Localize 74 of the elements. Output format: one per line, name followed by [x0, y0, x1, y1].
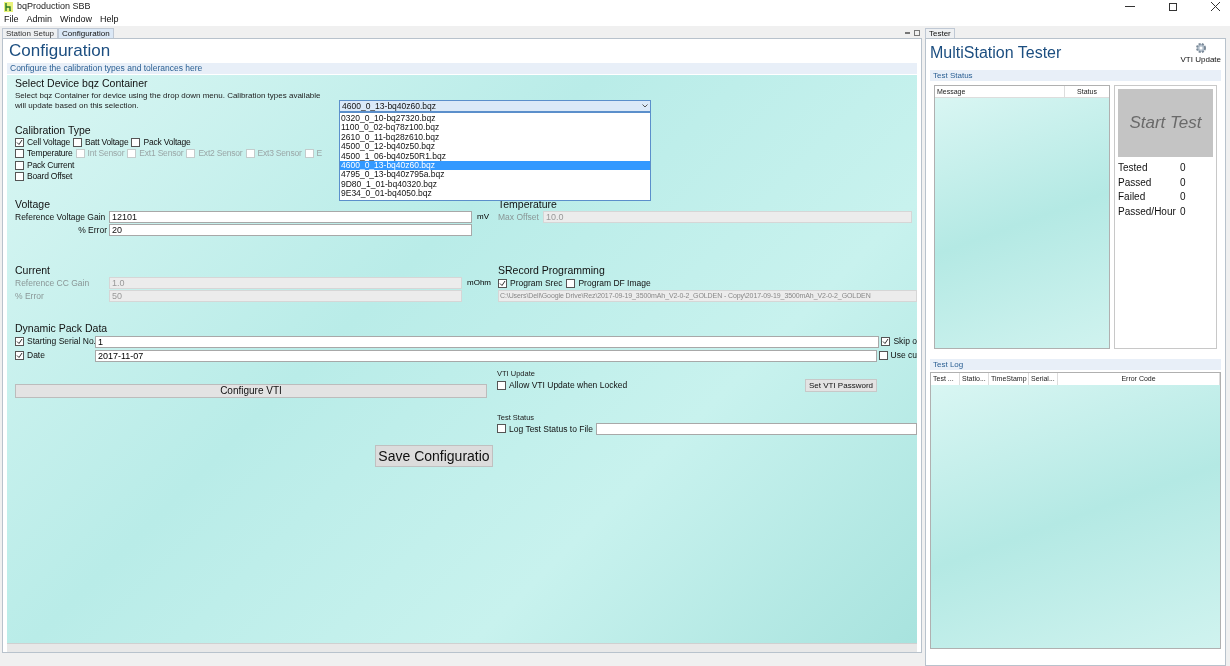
dropdown-option[interactable]: 4795_0_13-bq40z795a.bqz [340, 170, 650, 180]
checkbox[interactable]: Board Offset [15, 171, 73, 182]
checkbox[interactable]: Skip o [881, 335, 917, 348]
checkbox[interactable]: Pack Current [15, 160, 75, 170]
stat-label: Tested [1118, 161, 1149, 175]
menu-item[interactable]: Help [100, 12, 119, 27]
checkbox[interactable]: Allow VTI Update when Locked [497, 378, 628, 392]
maximize-icon[interactable] [1169, 2, 1177, 11]
page-title: Configuration [8, 40, 112, 62]
checkbox[interactable]: Log Test Status to File [497, 422, 593, 436]
dropdown-option[interactable]: 4500_1_06-bq40z50R1.bqz [340, 151, 650, 161]
field-label: % Error [15, 290, 45, 302]
checkbox[interactable]: Starting Serial No. [15, 335, 95, 348]
input-field[interactable]: 1 [95, 335, 880, 348]
checkbox[interactable]: Temperature [15, 148, 73, 159]
section-header: Test Status [930, 70, 1221, 81]
gear-icon [1194, 42, 1207, 54]
page-subtitle: Configure the calibration types and tolerances here [7, 63, 917, 74]
section-heading: Temperature [498, 197, 557, 211]
dropdown-option[interactable]: 1100_0_02-bq78z100.bqz [340, 123, 650, 133]
stat-label: Failed [1118, 190, 1147, 204]
unit-label: mV [477, 212, 489, 221]
section-heading: Select Device bqz Container [15, 77, 148, 90]
save-configuration-button[interactable]: Save Configuratio [375, 445, 493, 468]
field-label: Reference Voltage Gain [15, 211, 107, 223]
checkbox[interactable]: Use cu [878, 349, 917, 362]
window-title: bqProduction SBB [17, 0, 91, 13]
dropdown-option[interactable]: 2610_0_11-bq28z610.bqz [340, 132, 650, 143]
panel-title: MultiStation Tester [930, 43, 1062, 63]
section-header: Test Log [930, 359, 1221, 370]
device-dropdown[interactable]: 4600_0_13-bq40z60.bqz [339, 100, 651, 112]
dropdown-option[interactable]: 0320_0_10-bq27320.bqz [340, 114, 650, 124]
stat-value: 0 [1180, 190, 1186, 204]
description-text: Select bqz Container for device using the drop down menu. Calibration types available will update based on this selection. [15, 91, 322, 112]
dropdown-option[interactable]: 9E34_0_01-bq4050.bqz [340, 189, 650, 199]
stat-value: 0 [1180, 175, 1186, 190]
menu-item[interactable]: Window [60, 12, 93, 27]
menu-item[interactable]: Admin [26, 12, 53, 27]
input-field[interactable]: 20 [109, 224, 472, 236]
checkbox[interactable]: Pack Voltage [131, 137, 191, 147]
check-icon [882, 338, 890, 345]
configure-vti-button[interactable]: Configure VTI [15, 383, 487, 398]
checkbox[interactable]: Program Srec [498, 276, 563, 290]
section-heading: Voltage [15, 197, 51, 211]
stat-label: Passed [1118, 175, 1153, 190]
checkbox[interactable]: Program DF Image [566, 276, 651, 290]
unit-label: mOhm [467, 278, 491, 287]
dropdown-option[interactable]: 9D80_1_01-bq40320.bqz [340, 179, 650, 190]
stat-value: 0 [1180, 161, 1186, 175]
stat-label: Passed/Hour [1118, 204, 1177, 219]
checkbox[interactable]: Batt Voltage [72, 137, 129, 147]
dropdown-option[interactable]: 4500_0_12-bq40z50.bqz [340, 142, 650, 152]
menu-item[interactable]: File [4, 12, 19, 27]
input-field[interactable]: 2017-11-07 [95, 349, 877, 362]
field-label: Max Offset [498, 211, 540, 223]
checkbox[interactable]: Date [15, 349, 95, 362]
section-heading: Current [15, 263, 50, 277]
check-icon [16, 138, 23, 146]
horizontal-scrollbar[interactable] [7, 643, 917, 652]
checkbox[interactable]: Cell Voltage [15, 137, 70, 147]
field-label: Reference CC Gain [15, 277, 91, 289]
set-vti-password-button[interactable]: Set VTI Password [804, 378, 877, 392]
section-heading: Calibration Type [15, 124, 91, 137]
input-field[interactable] [595, 422, 917, 435]
input-field[interactable]: 12101 [109, 211, 472, 223]
check-icon [499, 279, 506, 287]
stat-value: 0 [1180, 204, 1186, 219]
chevron-down-icon [642, 104, 648, 108]
vti-update-button[interactable]: VTI Update [1180, 42, 1221, 66]
app-logo-icon [4, 1, 13, 12]
section-heading: SRecord Programming [498, 263, 605, 277]
field-label: % Error [77, 224, 107, 236]
close-icon[interactable] [1211, 2, 1220, 11]
section-heading: Dynamic Pack Data [15, 321, 108, 335]
